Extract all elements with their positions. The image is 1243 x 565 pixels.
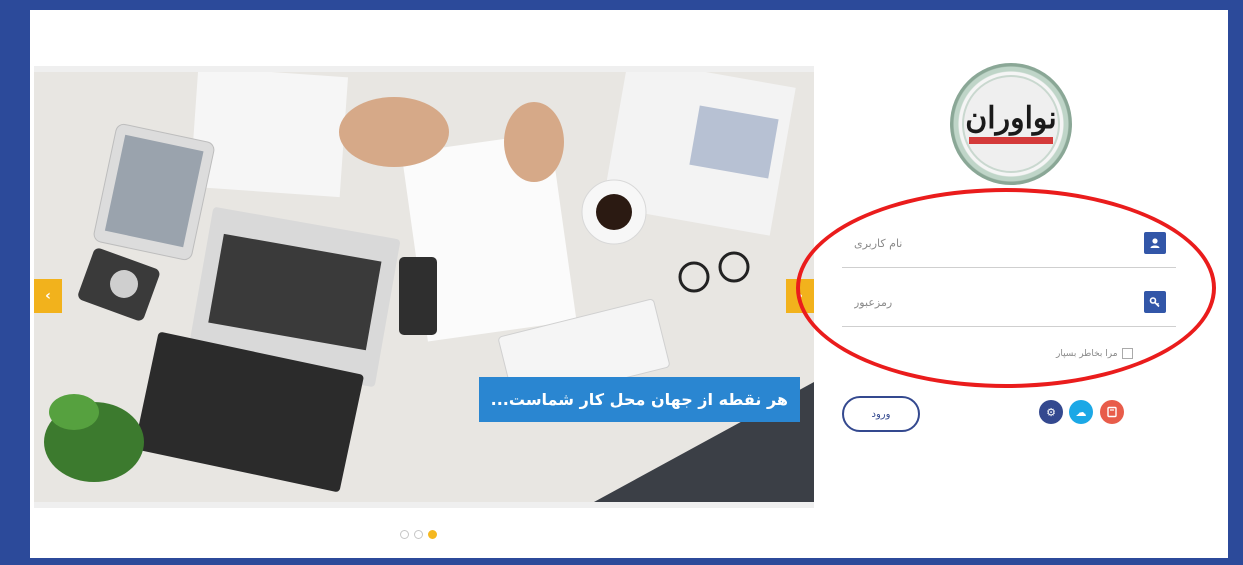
brand-logo: نواوران bbox=[950, 63, 1072, 185]
download-button[interactable]: ☁ bbox=[1069, 400, 1093, 424]
gear-icon: ⚙ bbox=[1046, 405, 1056, 419]
cloud-download-icon: ☁ bbox=[1075, 405, 1087, 419]
remember-label: مرا بخاطر بسپار bbox=[1056, 348, 1118, 359]
logo-strip bbox=[969, 137, 1053, 144]
password-field-row bbox=[842, 277, 1176, 327]
slider-prev-button[interactable]: ‹ bbox=[34, 279, 62, 313]
book-icon bbox=[1107, 406, 1117, 418]
slider-dot[interactable] bbox=[414, 530, 423, 539]
slider-dot[interactable] bbox=[400, 530, 409, 539]
logo-text: نواوران bbox=[965, 101, 1057, 136]
username-input[interactable] bbox=[854, 231, 1134, 255]
settings-button[interactable]: ⚙ bbox=[1039, 400, 1063, 424]
slide-caption: هر نقطه از جهان محل کار شماست... bbox=[478, 377, 800, 422]
remember-me[interactable]: مرا بخاطر بسپار bbox=[1056, 348, 1133, 359]
logo-badge: نواوران bbox=[962, 75, 1060, 173]
user-icon bbox=[1144, 232, 1166, 254]
slider-dots bbox=[400, 530, 437, 539]
chevron-right-icon: › bbox=[797, 288, 803, 304]
login-button[interactable]: ورود bbox=[842, 396, 920, 432]
key-icon bbox=[1144, 291, 1166, 313]
guide-button[interactable] bbox=[1100, 400, 1124, 424]
slider-next-button[interactable]: › bbox=[786, 279, 814, 313]
slide-image bbox=[34, 72, 814, 502]
slider-dot-active[interactable] bbox=[428, 530, 437, 539]
remember-checkbox[interactable] bbox=[1121, 348, 1133, 359]
image-slider: هر نقطه از جهان محل کار شماست... ‹ › bbox=[34, 66, 814, 508]
password-input[interactable] bbox=[854, 290, 1134, 314]
chevron-left-icon: ‹ bbox=[45, 288, 51, 304]
page-frame: هر نقطه از جهان محل کار شماست... ‹ › نوا… bbox=[30, 10, 1228, 558]
username-field-row bbox=[842, 218, 1176, 268]
